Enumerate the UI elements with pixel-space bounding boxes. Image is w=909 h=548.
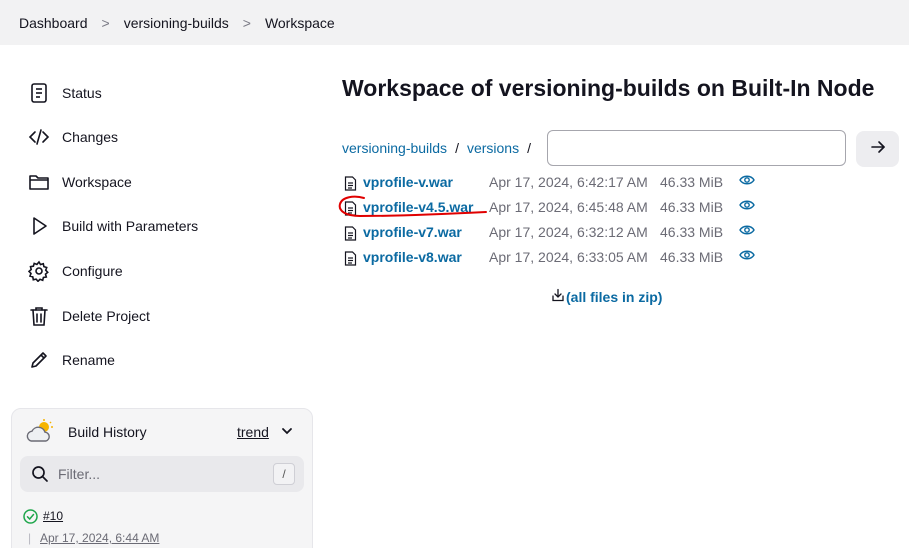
breadcrumb-project[interactable]: versioning-builds xyxy=(124,15,229,31)
chevron-down-icon[interactable] xyxy=(280,424,294,443)
download-icon xyxy=(551,288,565,305)
view-eye-icon[interactable] xyxy=(739,173,755,189)
search-icon xyxy=(31,465,49,488)
sidebar-item-build-with-parameters[interactable]: Build with Parameters xyxy=(28,213,198,239)
pencil-icon xyxy=(28,349,50,371)
breadcrumb: Dashboard > versioning-builds > Workspac… xyxy=(0,0,909,45)
download-zip-label: (all files in zip) xyxy=(566,288,663,305)
breadcrumb-separator: > xyxy=(101,14,110,31)
file-row: vprofile-v8.war Apr 17, 2024, 6:33:05 AM… xyxy=(344,248,764,268)
keyboard-shortcut-badge: / xyxy=(273,463,295,485)
path-input[interactable] xyxy=(547,130,846,166)
file-link[interactable]: vprofile-v8.war xyxy=(363,249,462,265)
sidebar-item-configure[interactable]: Configure xyxy=(28,258,123,284)
build-history-panel: Build History trend Filter... / #10 | Ap… xyxy=(11,408,313,548)
play-icon xyxy=(28,215,50,237)
sidebar-item-delete-project[interactable]: Delete Project xyxy=(28,303,150,329)
sidebar-item-label: Configure xyxy=(62,263,123,279)
folder-icon xyxy=(28,171,50,193)
path-link-project[interactable]: versioning-builds xyxy=(342,140,447,156)
sidebar-item-workspace[interactable]: Workspace xyxy=(28,169,132,195)
file-link[interactable]: vprofile-v7.war xyxy=(363,224,462,240)
sidebar-item-status[interactable]: Status xyxy=(28,80,102,106)
trash-icon xyxy=(28,305,50,327)
sidebar-item-label: Status xyxy=(62,85,102,101)
file-date: Apr 17, 2024, 6:33:05 AM xyxy=(489,249,648,265)
view-eye-icon[interactable] xyxy=(739,223,755,239)
build-date-link[interactable]: Apr 17, 2024, 6:44 AM xyxy=(40,531,159,545)
breadcrumb-separator: > xyxy=(242,14,251,31)
file-icon xyxy=(344,176,357,194)
sidebar-item-label: Rename xyxy=(62,352,115,368)
path-link-versions[interactable]: versions xyxy=(467,140,519,156)
sidebar-item-label: Changes xyxy=(62,129,119,145)
gear-icon xyxy=(28,260,50,282)
file-date: Apr 17, 2024, 6:32:12 AM xyxy=(489,224,648,240)
file-date: Apr 17, 2024, 6:45:48 AM xyxy=(489,199,648,215)
sidebar-item-label: Workspace xyxy=(62,174,132,190)
build-history-title: Build History xyxy=(68,424,147,440)
red-annotation-scribble xyxy=(338,195,487,218)
file-row: vprofile-v7.war Apr 17, 2024, 6:32:12 AM… xyxy=(344,223,764,243)
file-icon xyxy=(344,226,357,244)
view-eye-icon[interactable] xyxy=(739,198,755,214)
path-separator: / xyxy=(527,140,531,156)
breadcrumb-workspace[interactable]: Workspace xyxy=(265,15,335,31)
sidebar-item-changes[interactable]: Changes xyxy=(28,124,118,150)
arrow-right-icon xyxy=(870,139,886,160)
page-title: Workspace of versioning-builds on Built-… xyxy=(342,75,875,101)
sidebar-item-rename[interactable]: Rename xyxy=(28,347,115,373)
document-icon xyxy=(28,82,50,104)
go-button[interactable] xyxy=(856,131,899,167)
file-size: 46.33 MiB xyxy=(660,224,724,240)
weather-cloud-icon xyxy=(26,419,56,450)
download-zip-link[interactable]: (all files in zip) xyxy=(551,288,662,305)
code-icon xyxy=(28,126,50,148)
filter-placeholder: Filter... xyxy=(58,466,101,482)
file-icon xyxy=(344,251,357,269)
view-eye-icon[interactable] xyxy=(739,248,755,264)
trend-link[interactable]: trend xyxy=(237,424,269,440)
sidebar-item-label: Build with Parameters xyxy=(62,218,199,234)
workspace-path: versioning-builds / versions / xyxy=(342,130,539,166)
file-size: 46.33 MiB xyxy=(660,249,724,265)
build-number-link[interactable]: #10 xyxy=(43,509,63,523)
file-link[interactable]: vprofile-v.war xyxy=(363,174,453,190)
success-check-icon xyxy=(23,509,38,527)
build-filter-input[interactable]: Filter... / xyxy=(20,456,304,492)
file-size: 46.33 MiB xyxy=(660,199,724,215)
file-date: Apr 17, 2024, 6:42:17 AM xyxy=(489,174,648,190)
timeline-divider: | xyxy=(28,531,32,545)
sidebar-item-label: Delete Project xyxy=(62,308,150,324)
path-separator: / xyxy=(455,140,459,156)
file-row: vprofile-v.war Apr 17, 2024, 6:42:17 AM … xyxy=(344,173,764,193)
breadcrumb-dashboard[interactable]: Dashboard xyxy=(19,15,88,31)
file-size: 46.33 MiB xyxy=(660,174,724,190)
